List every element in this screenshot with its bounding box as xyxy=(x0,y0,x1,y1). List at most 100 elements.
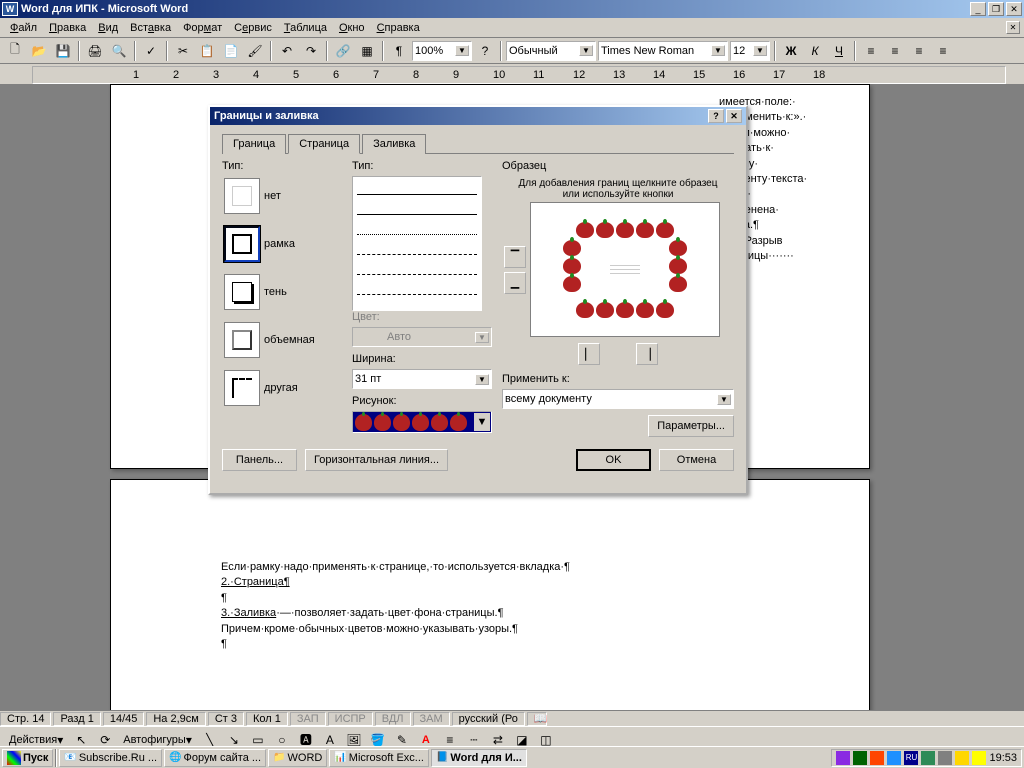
font-combo[interactable]: Times New Roman▼ xyxy=(598,41,728,61)
status-page: Стр. 14 xyxy=(0,712,51,726)
spell-button[interactable]: ✓ xyxy=(140,40,162,62)
tray-icon-7[interactable] xyxy=(955,751,969,765)
task-word-folder[interactable]: 📁 WORD xyxy=(268,749,327,767)
doc-text-page2: Если·рамку·надо·применять·к·странице,·то… xyxy=(221,560,761,652)
close-document-button[interactable]: ✕ xyxy=(1006,21,1020,34)
hline-button[interactable]: Горизонтальная линия... xyxy=(305,449,448,471)
dialog-close-button[interactable]: ✕ xyxy=(726,109,742,123)
style-combo[interactable]: Обычный▼ xyxy=(506,41,596,61)
dialog-titlebar[interactable]: Границы и заливка ? ✕ xyxy=(210,107,746,125)
menu-format[interactable]: Формат xyxy=(177,20,228,36)
art-combo[interactable]: ▼ xyxy=(352,411,492,433)
preset-custom[interactable]: другая xyxy=(222,368,342,408)
borders-shading-dialog: Границы и заливка ? ✕ Граница Страница З… xyxy=(208,105,748,495)
menu-view[interactable]: Вид xyxy=(92,20,124,36)
tray-icon-2[interactable] xyxy=(853,751,867,765)
task-forum[interactable]: 🌐 Форум сайта ... xyxy=(164,749,266,767)
align-right-button[interactable]: ≡ xyxy=(908,40,930,62)
start-button[interactable]: Пуск xyxy=(2,749,53,767)
panel-button[interactable]: Панель... xyxy=(222,449,297,471)
apply-combo[interactable]: всему документу▼ xyxy=(502,389,734,409)
status-section: Разд 1 xyxy=(53,712,100,726)
task-subscribe[interactable]: 📧 Subscribe.Ru ... xyxy=(59,749,162,767)
menu-insert[interactable]: Вставка xyxy=(124,20,177,36)
paste-button[interactable]: 📄 xyxy=(220,40,242,62)
menu-tools[interactable]: Сервис xyxy=(228,20,278,36)
open-button[interactable]: 📂 xyxy=(28,40,50,62)
edge-right-button[interactable]: ▕ xyxy=(636,343,658,365)
maximize-button[interactable]: ❐ xyxy=(988,2,1004,16)
fontsize-combo[interactable]: 12▼ xyxy=(730,41,770,61)
color-combo: Авто▼ xyxy=(352,327,492,347)
align-justify-button[interactable]: ≡ xyxy=(932,40,954,62)
page-2[interactable]: Если·рамку·надо·применять·к·странице,·то… xyxy=(110,479,870,710)
tab-shading[interactable]: Заливка xyxy=(362,134,426,154)
tray-icon-6[interactable] xyxy=(938,751,952,765)
tables-button[interactable]: ▦ xyxy=(356,40,378,62)
preset-3d[interactable]: объемная xyxy=(222,320,342,360)
system-tray[interactable]: RU 19:53 xyxy=(831,749,1022,767)
new-doc-button[interactable]: 🗋 xyxy=(4,40,26,62)
tray-icon-3[interactable] xyxy=(870,751,884,765)
edge-bottom-button[interactable]: ▁ xyxy=(504,272,526,294)
ok-button[interactable]: OK xyxy=(576,449,651,471)
dialog-help-button[interactable]: ? xyxy=(708,109,724,123)
bold-button[interactable]: Ж xyxy=(780,40,802,62)
underline-button[interactable]: Ч xyxy=(828,40,850,62)
task-excel[interactable]: 📊 Microsoft Exc... xyxy=(329,749,429,767)
preset-box[interactable]: рамка xyxy=(222,224,342,264)
format-painter-button[interactable]: 🖌 xyxy=(244,40,266,62)
align-left-button[interactable]: ≡ xyxy=(860,40,882,62)
task-word-doc[interactable]: 📘 Word для И... xyxy=(431,749,527,767)
menu-table[interactable]: Таблица xyxy=(278,20,333,36)
menu-help[interactable]: Справка xyxy=(371,20,426,36)
tray-icon-1[interactable] xyxy=(836,751,850,765)
zoom-combo[interactable]: 100%▼ xyxy=(412,41,472,61)
preview-button[interactable]: 🔍 xyxy=(108,40,130,62)
edge-left-button[interactable]: ▏ xyxy=(578,343,600,365)
menu-edit[interactable]: Правка xyxy=(43,20,92,36)
menu-window[interactable]: Окно xyxy=(333,20,371,36)
status-ext: ВДЛ xyxy=(375,712,411,726)
undo-button[interactable]: ↶ xyxy=(276,40,298,62)
preset-none[interactable]: нет xyxy=(222,176,342,216)
lang-indicator[interactable]: RU xyxy=(904,751,918,765)
preset-shadow[interactable]: тень xyxy=(222,272,342,312)
help-button[interactable]: ? xyxy=(474,40,496,62)
edge-top-button[interactable]: ▔ xyxy=(504,246,526,268)
preview-box[interactable] xyxy=(530,202,720,337)
window-title: Word для ИПК - Microsoft Word xyxy=(21,3,970,15)
print-button[interactable]: 🖨 xyxy=(84,40,106,62)
tray-icon-4[interactable] xyxy=(887,751,901,765)
width-combo[interactable]: 31 пт▼ xyxy=(352,369,492,389)
italic-button[interactable]: К xyxy=(804,40,826,62)
save-button[interactable]: 💾 xyxy=(52,40,74,62)
volume-icon[interactable] xyxy=(972,751,986,765)
tab-page[interactable]: Страница xyxy=(288,134,360,154)
clock[interactable]: 19:53 xyxy=(989,752,1017,764)
minimize-button[interactable]: _ xyxy=(970,2,986,16)
tray-icon-5[interactable] xyxy=(921,751,935,765)
dialog-tabs: Граница Страница Заливка xyxy=(222,133,734,154)
status-lang[interactable]: русский (Ро xyxy=(452,712,525,726)
align-center-button[interactable]: ≡ xyxy=(884,40,906,62)
hyperlink-button[interactable]: 🔗 xyxy=(332,40,354,62)
status-trk: ИСПР xyxy=(328,712,373,726)
menu-file[interactable]: Файл xyxy=(4,20,43,36)
redo-button[interactable]: ↷ xyxy=(300,40,322,62)
art-label: Рисунок: xyxy=(352,395,492,407)
params-button[interactable]: Параметры... xyxy=(648,415,734,437)
close-button[interactable]: ✕ xyxy=(1006,2,1022,16)
dialog-title: Границы и заливка xyxy=(214,110,319,122)
cancel-button[interactable]: Отмена xyxy=(659,449,734,471)
copy-button[interactable]: 📋 xyxy=(196,40,218,62)
tab-border[interactable]: Граница xyxy=(222,134,286,154)
cut-button[interactable]: ✂ xyxy=(172,40,194,62)
horizontal-ruler[interactable]: 123456789101112131415161718 xyxy=(32,66,1006,84)
status-book-icon[interactable]: 📖 xyxy=(527,712,547,726)
show-marks-button[interactable]: ¶ xyxy=(388,40,410,62)
status-ovr: ЗАМ xyxy=(413,712,450,726)
line-style-list[interactable] xyxy=(352,176,482,311)
style-label: Тип: xyxy=(352,160,492,172)
color-label: Цвет: xyxy=(352,311,492,323)
